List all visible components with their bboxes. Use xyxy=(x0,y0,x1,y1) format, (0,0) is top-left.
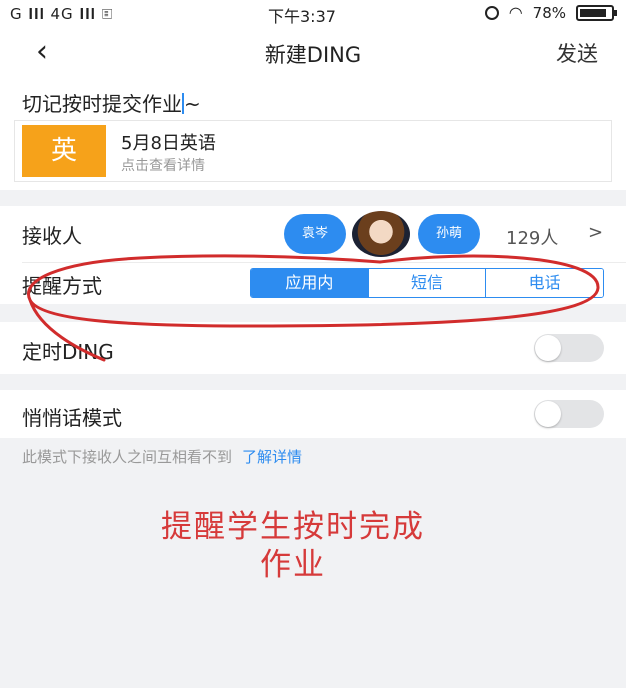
reminder-segmented-control: 应用内 短信 电话 xyxy=(250,268,604,298)
learn-more-link[interactable]: 了解详情 xyxy=(242,448,302,466)
annotation-text: 提醒学生按时完成 作业 xyxy=(0,508,586,584)
attachment-card[interactable]: 英 5月8日英语 点击查看详情 xyxy=(14,120,612,182)
timer-row: 定时DING xyxy=(0,322,626,374)
timer-toggle[interactable] xyxy=(534,334,604,362)
recipient-count[interactable]: 129人 xyxy=(506,224,558,250)
alarm-clock-icon xyxy=(484,5,499,20)
reminder-option-phone[interactable]: 电话 xyxy=(485,269,603,297)
toggle-knob xyxy=(535,401,561,427)
message-input[interactable]: 切记按时提交作业 ~ xyxy=(22,88,201,117)
whisper-label: 悄悄话模式 xyxy=(22,406,122,430)
toggle-knob xyxy=(535,335,561,361)
course-badge: 英 xyxy=(22,125,106,177)
send-button[interactable]: 发送 xyxy=(556,38,598,68)
message-text: 切记按时提交作业 xyxy=(22,92,182,116)
battery-icon xyxy=(576,4,617,21)
message-tail: ~ xyxy=(184,92,201,116)
recipient-photo-avatar[interactable] xyxy=(352,211,410,257)
whisper-hint-text: 此模式下接收人之间互相看不到 xyxy=(22,448,233,466)
whisper-hint: 此模式下接收人之间互相看不到 了解详情 xyxy=(22,446,302,467)
nav-bar: ‹ 新建DING 发送 xyxy=(0,26,626,78)
status-time: 下午3:37 xyxy=(268,7,336,26)
status-right: ◠ 78% xyxy=(484,3,617,22)
battery-percent: 78% xyxy=(532,3,566,22)
recipient-avatar[interactable]: 袁岑 xyxy=(284,214,346,254)
annotation-line: 作业 xyxy=(260,547,326,583)
reminder-label: 提醒方式 xyxy=(22,274,102,298)
attachment-subtitle: 点击查看详情 xyxy=(121,158,205,174)
page-title: 新建DING xyxy=(264,43,362,67)
whisper-toggle[interactable] xyxy=(534,400,604,428)
timer-label: 定时DING xyxy=(22,340,114,364)
annotation-line: 提醒学生按时完成 xyxy=(161,509,425,545)
attachment-title: 5月8日英语 xyxy=(121,133,216,154)
recipient-block: 接收人 袁岑 孙萌 129人 > 提醒方式 应用内 短信 电话 xyxy=(0,206,626,304)
whisper-row: 悄悄话模式 xyxy=(0,390,626,438)
chevron-right-icon[interactable]: > xyxy=(588,222,603,243)
recipients-label: 接收人 xyxy=(22,224,82,248)
message-area: 切记按时提交作业 ~ 英 5月8日英语 点击查看详情 xyxy=(0,78,626,190)
reminder-option-in-app[interactable]: 应用内 xyxy=(251,269,368,297)
wifi-icon: ◠ xyxy=(508,3,523,22)
reminder-option-sms[interactable]: 短信 xyxy=(367,269,486,297)
status-bar: G 𝐈𝐈𝐥 4G 𝐈𝐈𝐥 🗉 下午3:37 ◠ 78% xyxy=(0,0,626,26)
divider xyxy=(22,262,626,263)
recipient-avatar[interactable]: 孙萌 xyxy=(418,214,480,254)
